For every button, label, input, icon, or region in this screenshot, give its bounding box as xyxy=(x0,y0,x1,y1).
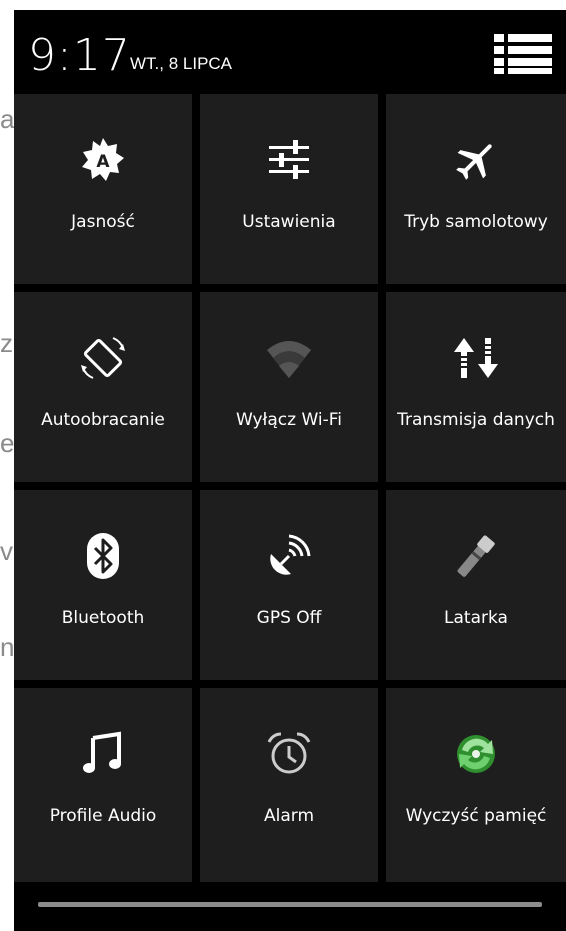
tile-airplane-mode[interactable]: Tryb samolotowy xyxy=(386,94,566,284)
tile-flashlight[interactable]: Latarka xyxy=(386,490,566,680)
screen: atus zum e viert n. 9:17 WT., 8 LIPCA xyxy=(0,0,566,931)
tile-label: Ustawienia xyxy=(242,212,336,232)
gps-satellite-icon xyxy=(265,532,313,580)
panel-drag-bar xyxy=(14,882,566,931)
tile-alarm[interactable]: Alarm xyxy=(200,688,378,882)
brightness-auto-icon: A xyxy=(79,136,127,184)
tile-label: Tryb samolotowy xyxy=(404,212,548,232)
tile-label: Wyłącz Wi-Fi xyxy=(235,410,343,430)
drag-handle[interactable] xyxy=(38,902,542,907)
auto-rotate-icon xyxy=(79,334,127,382)
tile-label: Alarm xyxy=(263,806,315,826)
airplane-icon xyxy=(452,136,500,184)
alarm-clock-icon xyxy=(265,730,313,778)
clock: 9:17 xyxy=(28,30,131,81)
tile-label: Autoobracanie xyxy=(41,410,165,430)
tile-audio-profiles[interactable]: Profile Audio xyxy=(14,688,192,882)
tile-label: Bluetooth xyxy=(61,608,145,628)
tile-label: Wyczyść pamięć xyxy=(405,806,547,826)
svg-text:A: A xyxy=(96,152,110,172)
date: WT., 8 LIPCA xyxy=(130,54,233,73)
tile-brightness[interactable]: A Jasność xyxy=(14,94,192,284)
tile-label: Jasność xyxy=(71,212,135,232)
settings-sliders-icon xyxy=(265,136,313,184)
tile-label: Profile Audio xyxy=(49,806,157,826)
data-transfer-icon xyxy=(452,334,500,382)
wifi-icon xyxy=(265,334,313,382)
notification-list-icon[interactable] xyxy=(494,28,552,76)
music-note-icon xyxy=(79,730,127,778)
tile-wifi[interactable]: Wyłącz Wi-Fi xyxy=(200,292,378,482)
quick-settings-panel: 9:17 WT., 8 LIPCA A Jasność Ustawienia T… xyxy=(14,10,566,931)
clean-memory-icon xyxy=(452,730,500,778)
tile-auto-rotate[interactable]: Autoobracanie xyxy=(14,292,192,482)
tile-bluetooth[interactable]: Bluetooth xyxy=(14,490,192,680)
tile-label: Transmisja danych xyxy=(397,410,555,430)
tile-clean-memory[interactable]: Wyczyść pamięć xyxy=(386,688,566,882)
tile-gps[interactable]: GPS Off xyxy=(200,490,378,680)
tile-settings[interactable]: Ustawienia xyxy=(200,94,378,284)
status-header: 9:17 WT., 8 LIPCA xyxy=(14,10,566,94)
tile-label: Latarka xyxy=(444,608,508,628)
bluetooth-icon xyxy=(79,532,127,580)
quick-settings-grid: A Jasność Ustawienia Tryb samolotowy Aut… xyxy=(14,94,566,882)
flashlight-icon xyxy=(452,532,500,580)
tile-label: GPS Off xyxy=(256,608,322,628)
tile-data-transfer[interactable]: Transmisja danych xyxy=(386,292,566,482)
